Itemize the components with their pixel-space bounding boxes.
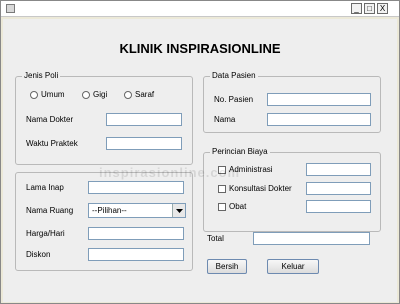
nama-dokter-field[interactable] xyxy=(106,113,182,126)
obat-field[interactable] xyxy=(306,200,371,213)
waktu-praktek-label: Waktu Praktek xyxy=(26,139,78,148)
nama-pasien-field[interactable] xyxy=(267,113,371,126)
nama-dokter-label: Nama Dokter xyxy=(26,115,74,124)
rawat-inap-group: Lama Inap Nama Ruang --Pilihan-- Harga/H… xyxy=(15,172,193,271)
data-pasien-legend: Data Pasien xyxy=(210,71,258,80)
radio-gigi[interactable] xyxy=(82,91,90,99)
nama-pasien-label: Nama xyxy=(214,115,236,124)
page-title: KLINIK INSPIRASIONLINE xyxy=(119,41,281,56)
waktu-praktek-field[interactable] xyxy=(106,137,182,150)
minimize-button[interactable]: _ xyxy=(351,3,362,14)
app-window: _ □ X KLINIK INSPIRASIONLINE Jenis Poli … xyxy=(0,0,400,304)
data-pasien-group: Data Pasien No. Pasien Nama xyxy=(203,71,381,133)
radio-saraf[interactable] xyxy=(124,91,132,99)
checkbox-obat[interactable] xyxy=(218,203,226,211)
diskon-label: Diskon xyxy=(26,250,51,259)
no-pasien-label: No. Pasien xyxy=(214,95,254,104)
lama-inap-field[interactable] xyxy=(88,181,184,194)
close-button[interactable]: X xyxy=(377,3,388,14)
harga-hari-label: Harga/Hari xyxy=(26,229,65,238)
content-pane: KLINIK INSPIRASIONLINE Jenis Poli Umum G… xyxy=(3,19,397,302)
checkbox-konsultasi-dokter[interactable] xyxy=(218,185,226,193)
title-bar: _ □ X xyxy=(1,1,399,17)
keluar-button[interactable]: Keluar xyxy=(267,259,319,274)
maximize-button[interactable]: □ xyxy=(364,3,375,14)
jenis-poli-legend: Jenis Poli xyxy=(22,71,61,80)
radio-umum[interactable] xyxy=(30,91,38,99)
nama-ruang-label: Nama Ruang xyxy=(26,206,74,215)
konsultasi-dokter-label: Konsultasi Dokter xyxy=(229,184,292,193)
chevron-down-icon[interactable] xyxy=(172,204,185,217)
harga-hari-field[interactable] xyxy=(88,227,184,240)
bersih-button[interactable]: Bersih xyxy=(207,259,247,274)
radio-umum-label: Umum xyxy=(41,90,65,99)
perincian-biaya-group: Perincian Biaya Administrasi Konsultasi … xyxy=(203,147,381,232)
radio-saraf-label: Saraf xyxy=(135,90,155,99)
watermark: inspirasionline.com xyxy=(99,165,241,180)
administrasi-field[interactable] xyxy=(306,163,371,176)
konsultasi-dokter-field[interactable] xyxy=(306,182,371,195)
no-pasien-field[interactable] xyxy=(267,93,371,106)
diskon-field[interactable] xyxy=(88,248,184,261)
obat-label: Obat xyxy=(229,202,247,211)
app-icon xyxy=(6,4,15,13)
nama-ruang-selected: --Pilihan-- xyxy=(92,206,127,215)
lama-inap-label: Lama Inap xyxy=(26,183,64,192)
nama-ruang-select[interactable]: --Pilihan-- xyxy=(88,203,186,218)
total-label: Total xyxy=(207,234,224,243)
jenis-poli-group: Jenis Poli Umum Gigi Saraf Nama Dokter W… xyxy=(15,71,193,165)
radio-gigi-label: Gigi xyxy=(93,90,108,99)
total-field[interactable] xyxy=(253,232,370,245)
perincian-biaya-legend: Perincian Biaya xyxy=(210,147,270,156)
